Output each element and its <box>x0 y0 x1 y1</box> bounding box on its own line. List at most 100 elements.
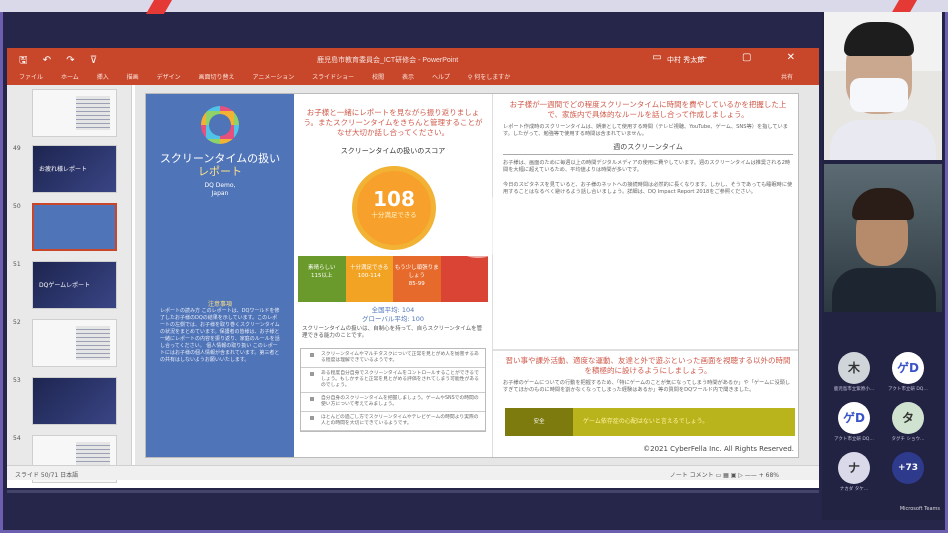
ribbon-tabs: ファイル ホーム 挿入 描画 デザイン 画面切り替え アニメーション スライドシ… <box>7 71 819 85</box>
slide-thumbnail[interactable]: お疲れ様レポート <box>32 145 117 193</box>
slide-number: 49 <box>13 145 21 152</box>
score-table: スクリーンタイムやマルチタスクについて正常を見とがめ人を妨害するある程度は理解で… <box>300 348 486 432</box>
ribbon-tab[interactable]: スライドショー <box>312 74 354 81</box>
participant-avatar[interactable]: タ <box>892 402 924 434</box>
video-seek-bar[interactable] <box>7 490 819 493</box>
slide-thumbnail-selected[interactable] <box>32 203 117 251</box>
person-body <box>830 120 936 160</box>
share-button[interactable]: 共有 <box>781 71 793 85</box>
slide-thumbnail[interactable] <box>32 319 117 367</box>
slide-number: 51 <box>13 261 21 268</box>
participant-avatar[interactable]: ナ <box>838 452 870 484</box>
slide-thumbnails: 49 お疲れ様レポート 50 51 DQゲームレポート 52 53 54 <box>7 85 132 483</box>
right-text: お子様のゲームについての行動を把握するため、「特にゲームのことが気になってしまう… <box>503 380 791 393</box>
slide-left-panel: スクリーンタイムの扱い レポート DQ Demo, Japan 注意事項 レポー… <box>146 94 294 457</box>
participant-name: ナカダ タケ… <box>839 487 869 492</box>
ribbon-tab[interactable]: 表示 <box>402 74 414 81</box>
participant-name: アクト市立研 DQ… <box>834 437 874 442</box>
scale-band <box>440 256 488 302</box>
divider <box>493 349 798 351</box>
window-controls[interactable]: ▭ — ▢ ✕ <box>652 52 811 63</box>
average-scores: 全国平均: 104 グローバル平均: 100 <box>302 306 484 324</box>
participant-name: タグチ ショウ… <box>891 437 925 442</box>
top-bar <box>0 0 948 12</box>
slide-number: 53 <box>13 377 21 384</box>
powerpoint-window: 🖫 ↶ ↷ ⊽ 鹿児島市教育委員会_ICT研修会 - PowerPoint 中村… <box>7 48 819 488</box>
more-participants-badge[interactable]: +73 <box>892 452 924 484</box>
scale-label: もう少し頑張りましょう <box>394 265 439 279</box>
table-row: ほとんどの過ごし方でスクリーンタイムやテレビゲームの時間より実際の人との時間を大… <box>301 412 485 431</box>
right-heading: お子様が一週間でどの程度スクリーンタイムに時間を費やしているかを把握した上で、家… <box>509 100 787 119</box>
ribbon-tab[interactable]: ファイル <box>19 74 43 81</box>
ribbon-tab[interactable]: 挿入 <box>97 74 109 81</box>
scale-range: 115以上 <box>311 273 333 279</box>
subtitle-line: DQ Demo, <box>204 182 236 189</box>
participant-avatar[interactable]: ゲD <box>892 352 924 384</box>
national-average: 全国平均: 104 <box>371 306 415 314</box>
slide-right-panel: お子様が一週間でどの程度スクリーンタイムに時間を費やしているかを把握した上で、家… <box>492 94 798 457</box>
thumbnail-graphic <box>76 326 110 360</box>
window-title: 鹿児島市教育委員会_ICT研修会 - PowerPoint <box>317 57 459 64</box>
middle-description: スクリーンタイムの扱いは、自制心を持って、自らスクリーンタイムを管理できる能力の… <box>302 326 483 339</box>
title-bar: 🖫 ↶ ↷ ⊽ 鹿児島市教育委員会_ICT研修会 - PowerPoint 中村… <box>7 48 819 71</box>
weekly-screentime-title: 週のスクリーンタイム <box>503 142 793 155</box>
quick-access-toolbar[interactable]: 🖫 ↶ ↷ ⊽ <box>19 53 103 70</box>
copyright: ©2021 CyberFella Inc. All Rights Reserve… <box>643 445 794 453</box>
dq-logo-icon <box>201 106 239 144</box>
slide-subtitle: DQ Demo, Japan <box>152 182 288 198</box>
ribbon-tab[interactable]: ホーム <box>61 74 79 81</box>
slide-title-line: レポート <box>198 165 242 178</box>
thumbnail-label: DQゲームレポート <box>39 282 91 289</box>
participant-avatar[interactable]: 木 <box>838 352 870 384</box>
person-hair <box>852 188 914 220</box>
slide-thumbnail[interactable] <box>32 377 117 425</box>
video-tile[interactable] <box>824 12 942 160</box>
score-caption: 十分満足できる <box>371 211 417 219</box>
ribbon-tab[interactable]: 画面切り替え <box>199 74 235 81</box>
subtitle-line: Japan <box>211 190 229 197</box>
scale-range: 85-99 <box>408 281 425 287</box>
slide-canvas: スクリーンタイムの扱い レポート DQ Demo, Japan 注意事項 レポー… <box>135 85 819 465</box>
ribbon-tab[interactable]: デザイン <box>157 74 181 81</box>
scale-band: もう少し頑張りましょう 85-99 <box>393 256 441 302</box>
ribbon-tab[interactable]: アニメーション <box>252 74 294 81</box>
participant-avatar[interactable]: ゲD <box>838 402 870 434</box>
scale-band: 十分満足できる 100-114 <box>345 256 393 302</box>
tell-me-search[interactable]: ⚲ 何をしますか <box>468 74 526 81</box>
participant-name: アクト市立研 DQ… <box>888 387 928 392</box>
ribbon-tab[interactable]: 校閲 <box>372 74 384 81</box>
status-right[interactable]: ノート コメント ▭ ▦ ▣ ▷ —— + 68% <box>670 470 779 479</box>
scale-label: 素晴らしい <box>307 265 336 271</box>
scale-band: 素晴らしい 115以上 <box>298 256 346 302</box>
table-row: スクリーンタイムやマルチタスクについて正常を見とがめ人を妨害するある程度は理解で… <box>301 349 485 368</box>
global-average: グローバル平均: 100 <box>361 315 425 323</box>
face-mask <box>850 78 908 112</box>
table-row: ある程度自分自身でスクリーンタイムをコントロールすることができるでしょう。もしか… <box>301 368 485 393</box>
person-body <box>832 268 936 312</box>
notes-text: レポートの読み方 このレポートは、DQワールドを修了したお子様のDQの結果を示し… <box>160 308 280 363</box>
participants-panel: 木 鹿児島市立紫原小… ゲD アクト市立研 DQ… ゲD アクト市立研 DQ… … <box>822 12 944 520</box>
scale-range: 100-114 <box>357 273 381 279</box>
result-label: 安全 <box>505 408 573 436</box>
video-tile[interactable] <box>824 164 942 312</box>
play-icon[interactable] <box>446 194 510 258</box>
status-bar: スライド 50/71 日本語 ノート コメント ▭ ▦ ▣ ▷ —— + 68% <box>7 465 819 480</box>
right-text: レポート作成時のスクリーンタイムは、娯楽として使用する時間（テレビ視聴、YouT… <box>503 124 788 137</box>
teams-brand: Microsoft Teams <box>899 506 940 512</box>
score-title: スクリーンタイムの扱いのスコア <box>340 147 446 155</box>
table-row: 自分自身のスクリーンタイムを把握しましょう。ゲームやSNSでの時間の使い方につい… <box>301 393 485 412</box>
result-banner: 安全 ゲーム依存症の心配はないと言えるでしょう。 <box>505 408 795 436</box>
slide-50[interactable]: スクリーンタイムの扱い レポート DQ Demo, Japan 注意事項 レポー… <box>145 93 799 458</box>
slide-number: 54 <box>13 435 21 442</box>
participant-avatars: 木 鹿児島市立紫原小… ゲD アクト市立研 DQ… ゲD アクト市立研 DQ… … <box>824 352 942 512</box>
slide-thumbnail[interactable]: DQゲームレポート <box>32 261 117 309</box>
slide-number: 52 <box>13 319 21 326</box>
score-scale: 素晴らしい 115以上 十分満足できる 100-114 もう少し頑張りましょう 85-… <box>298 256 488 302</box>
ribbon-tab[interactable]: ヘルプ <box>432 74 450 81</box>
ribbon-tab[interactable]: 描画 <box>127 74 139 81</box>
slide-number: 50 <box>13 203 21 210</box>
slide-thumbnail[interactable] <box>32 89 117 137</box>
thumbnail-graphic <box>76 96 110 130</box>
right-text: お子様は、画面のために毎週以上の時間デジタルメディアの使用に費やしています。週の… <box>503 160 791 173</box>
result-text: ゲーム依存症の心配はないと言えるでしょう。 <box>573 408 795 436</box>
